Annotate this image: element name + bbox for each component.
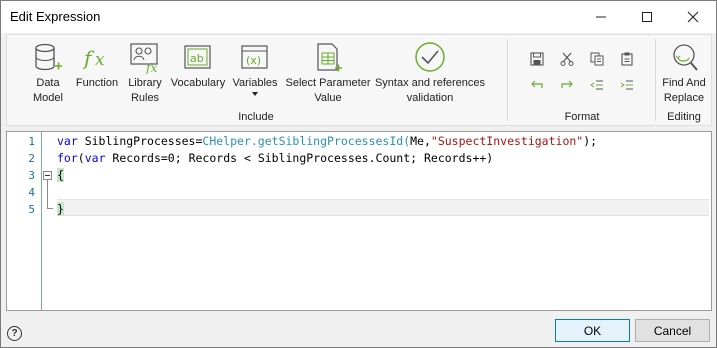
- variables-label: Variables: [232, 77, 278, 89]
- minimize-button[interactable]: [578, 1, 624, 32]
- fold-margin: [39, 132, 57, 310]
- close-icon: [687, 11, 699, 22]
- code-line-5: }: [57, 202, 64, 216]
- code-line-1: var SiblingProcesses=CHelper.getSiblingP…: [57, 134, 598, 148]
- database-icon: [31, 40, 65, 76]
- line-number: 3: [28, 169, 35, 182]
- editing-group-label: Editing: [667, 111, 701, 123]
- undo-icon[interactable]: [527, 75, 547, 95]
- ribbon-toolbar: Data Model f x Function fx Library Rules…: [6, 34, 712, 126]
- include-group: Data Model f x Function fx Library Rules…: [7, 35, 505, 125]
- help-icon[interactable]: ?: [7, 326, 22, 341]
- code-editor[interactable]: 1 2 3 4 5 var SiblingProcesses=CHelper.g…: [6, 131, 712, 311]
- line-number: 4: [28, 186, 35, 199]
- ab-icon: ab: [181, 40, 215, 76]
- cut-icon[interactable]: [557, 49, 577, 69]
- library-rules-icon: fx: [128, 40, 162, 76]
- chevron-down-icon: [252, 92, 258, 96]
- line-number-gutter: 1 2 3 4 5: [7, 132, 39, 310]
- title-bar: Edit Expression: [1, 1, 716, 33]
- select-parameter-value-button[interactable]: Select Parameter Value: [283, 40, 373, 106]
- syntax-validation-label: Syntax and references validation: [374, 77, 486, 104]
- format-group: Format: [509, 35, 655, 125]
- svg-text:x: x: [95, 50, 105, 70]
- maximize-icon: [642, 11, 652, 22]
- minimize-icon: [596, 16, 606, 17]
- svg-text:f: f: [82, 46, 95, 70]
- indent-icon[interactable]: [617, 75, 637, 95]
- window-title: Edit Expression: [10, 9, 101, 24]
- line-number: 5: [28, 203, 35, 216]
- minus-icon: [45, 175, 50, 176]
- maximize-button[interactable]: [624, 1, 670, 32]
- code-area[interactable]: var SiblingProcesses=CHelper.getSiblingP…: [57, 132, 711, 310]
- fx-icon: f x: [80, 40, 114, 76]
- close-button[interactable]: [670, 1, 716, 32]
- include-group-label: Include: [238, 111, 274, 123]
- code-line-2: for(var Records=0; Records < SiblingProc…: [57, 151, 494, 165]
- table-param-icon: [311, 40, 345, 76]
- data-model-label: Data Model: [33, 77, 63, 104]
- variables-button[interactable]: (x) Variables: [231, 40, 279, 97]
- svg-text:(x): (x): [246, 54, 261, 67]
- find-replace-icon: [667, 40, 701, 76]
- save-icon[interactable]: [527, 49, 547, 69]
- library-rules-label: Library Rules: [128, 77, 162, 104]
- library-rules-button[interactable]: fx Library Rules: [125, 40, 165, 106]
- code-line-3: {: [57, 168, 64, 182]
- data-model-button[interactable]: Data Model: [28, 40, 68, 106]
- fold-line: [47, 180, 48, 208]
- group-divider: [507, 39, 508, 121]
- svg-text:ab: ab: [190, 52, 204, 65]
- vocabulary-label: Vocabulary: [170, 77, 226, 89]
- select-parameter-value-label: Select Parameter Value: [285, 77, 371, 104]
- svg-text:fx: fx: [145, 61, 157, 74]
- redo-icon[interactable]: [557, 75, 577, 95]
- line-number: 2: [28, 152, 35, 165]
- edit-expression-dialog: Edit Expression Data Model f x Function …: [0, 0, 717, 348]
- copy-icon[interactable]: [587, 49, 607, 69]
- find-and-replace-button[interactable]: Find And Replace: [658, 40, 710, 106]
- editing-group: Find And Replace Editing: [656, 35, 712, 125]
- syntax-validation-button[interactable]: Syntax and references validation: [373, 40, 487, 106]
- cancel-button[interactable]: Cancel: [635, 319, 710, 342]
- fold-line-end: [47, 208, 53, 209]
- find-and-replace-label: Find And Replace: [662, 77, 706, 104]
- line-number: 1: [28, 135, 35, 148]
- collapse-toggle[interactable]: [43, 171, 52, 180]
- format-group-label: Format: [564, 111, 600, 123]
- variable-icon: (x): [238, 40, 272, 76]
- gutter-divider: [41, 132, 42, 310]
- function-label: Function: [75, 77, 119, 89]
- ok-button[interactable]: OK: [555, 319, 630, 342]
- vocabulary-button[interactable]: ab Vocabulary: [169, 40, 227, 91]
- check-circle-icon: [413, 40, 447, 76]
- outdent-icon[interactable]: [587, 75, 607, 95]
- function-button[interactable]: f x Function: [75, 40, 119, 91]
- paste-icon[interactable]: [617, 49, 637, 69]
